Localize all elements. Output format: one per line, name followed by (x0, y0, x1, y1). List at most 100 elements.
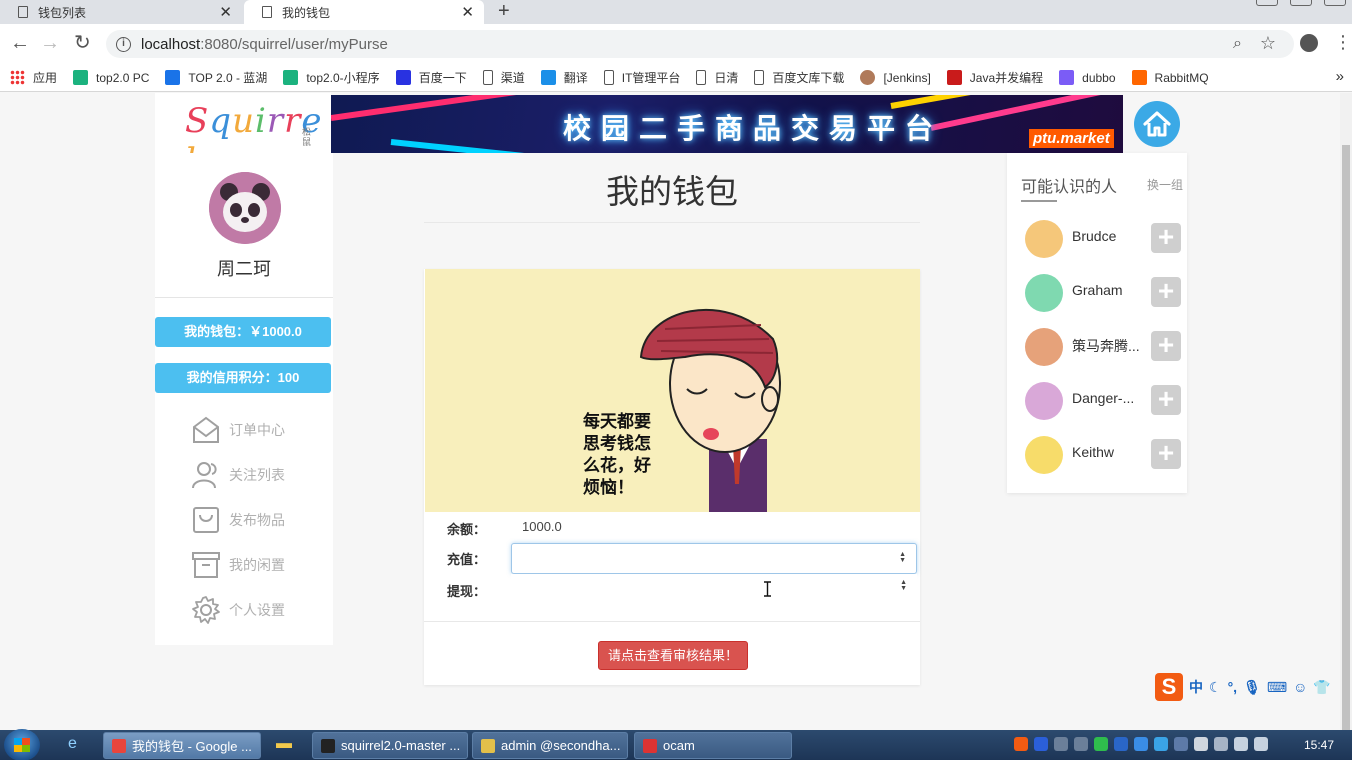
ime-mode[interactable]: 中 (1189, 677, 1203, 697)
app-tray-icon[interactable] (1154, 737, 1168, 751)
bookmark-item[interactable]: dubbo (1059, 70, 1116, 85)
printer-tray-icon[interactable] (1214, 737, 1228, 751)
punctuation-icon[interactable]: °, (1228, 679, 1238, 695)
tab-wallet-list[interactable]: 钱包列表 ✕ (0, 0, 242, 24)
person-name[interactable]: Brudce (1072, 228, 1146, 244)
bookmark-item[interactable]: 应用 (10, 69, 57, 86)
number-spinner-icon[interactable]: ▲ ▼ (900, 579, 907, 592)
moon-icon[interactable]: ☾ (1209, 679, 1222, 696)
owl-avatar-icon[interactable] (1025, 220, 1063, 258)
bookmark-item[interactable]: RabbitMQ (1131, 70, 1209, 85)
koala-avatar-icon[interactable] (1025, 382, 1063, 420)
logo-letter: i (254, 101, 267, 141)
person-name[interactable]: Graham (1072, 282, 1146, 298)
site-info-icon[interactable]: i (116, 36, 131, 52)
scrollbar-thumb[interactable] (1342, 145, 1350, 730)
show-hidden-icon[interactable] (1074, 737, 1088, 751)
zoom-icon[interactable]: ⌕ (1233, 35, 1242, 53)
mic-icon[interactable]: 🎙 (1243, 679, 1261, 696)
add-friend-button[interactable]: + (1151, 439, 1181, 469)
forward-arrow-icon[interactable]: → (40, 33, 60, 53)
recharge-input[interactable]: ▲ ▼ (511, 543, 917, 574)
back-arrow-icon[interactable]: ← (10, 33, 30, 53)
network-tray-icon[interactable] (1054, 737, 1068, 751)
sidebar-item-label: 关注列表 (229, 467, 285, 483)
recharge-row: 充值： ▲ ▼ (424, 542, 920, 574)
user-icon[interactable]: ☺ (1293, 679, 1307, 695)
start-button[interactable] (4, 729, 40, 760)
signal-tray-icon[interactable] (1234, 737, 1248, 751)
bookmark-item[interactable]: 日清 (696, 69, 738, 86)
sidebar-item-orders[interactable]: 订单中心 (191, 415, 285, 445)
bookmark-item[interactable]: 百度一下 (395, 69, 467, 86)
bookmark-item[interactable]: [Jenkins] (860, 70, 931, 85)
bookmark-item[interactable]: TOP 2.0 - 蓝湖 (165, 69, 267, 86)
taskbar-task[interactable]: squirrel2.0-master ... (312, 732, 468, 759)
page-scrollbar[interactable] (1340, 93, 1352, 730)
keyboard-icon[interactable]: ⌨ (1267, 679, 1287, 696)
person-item: Danger-... + (1025, 380, 1185, 420)
number-spinner-icon[interactable]: ▲ ▼ (899, 551, 906, 564)
minimize-button[interactable] (1256, 0, 1278, 6)
bookmark-item[interactable]: 翻译 (540, 69, 588, 86)
shirt-icon[interactable]: 👕 (1313, 679, 1330, 696)
add-friend-button[interactable]: + (1151, 385, 1181, 415)
tab-my-purse[interactable]: 我的钱包 ✕ (244, 0, 484, 24)
close-tab-icon[interactable]: ✕ (461, 3, 474, 21)
add-friend-button[interactable]: + (1151, 223, 1181, 253)
bookmark-item[interactable]: 百度文库下载 (754, 69, 844, 86)
bookmark-item[interactable]: top2.0 PC (73, 70, 149, 85)
view-audit-result-button[interactable]: 请点击查看审核结果！ (598, 641, 748, 670)
pug-avatar-icon[interactable] (1025, 274, 1063, 312)
ie-icon[interactable]: e (68, 735, 88, 755)
wechat-tray-icon[interactable] (1094, 737, 1108, 751)
site-logo[interactable]: Squirrel 松鼠 (155, 93, 331, 181)
credit-button[interactable]: 我的信用积分：100 (155, 363, 331, 393)
bookmark-item[interactable]: top2.0-小程序 (283, 69, 380, 86)
close-tab-icon[interactable]: ✕ (219, 3, 232, 21)
bluetooth-tray-icon[interactable] (1114, 737, 1128, 751)
sidebar-item-settings[interactable]: 个人设置 (191, 595, 285, 625)
bookmarks-bar: 应用 top2.0 PC TOP 2.0 - 蓝湖 top2.0-小程序 百度一下 渠道 翻… (0, 64, 1352, 92)
person-name[interactable]: Keithw (1072, 444, 1146, 460)
sidebar-item-follow[interactable]: 关注列表 (191, 460, 285, 490)
device-tray-icon[interactable] (1194, 737, 1208, 751)
menu-kebab-icon[interactable]: ⋮ (1334, 32, 1352, 52)
address-bar[interactable]: i localhost:8080/squirrel/user/myPurse ⌕… (106, 30, 1294, 58)
bookmark-item[interactable]: Java并发编程 (946, 69, 1043, 86)
cat-avatar-icon[interactable] (1025, 436, 1063, 474)
bookmark-star-icon[interactable]: ☆ (1260, 33, 1276, 54)
reload-icon[interactable]: ↻ (74, 33, 91, 53)
sogou-logo-icon[interactable]: S (1155, 673, 1183, 701)
sogou-tray-icon[interactable] (1014, 737, 1028, 751)
sidebar-item-idle[interactable]: 我的闲置 (191, 550, 285, 580)
volume-tray-icon[interactable] (1254, 737, 1268, 751)
person-item: Graham + (1025, 272, 1185, 312)
lion-avatar-icon[interactable] (1025, 328, 1063, 366)
switch-group-link[interactable]: 换一组 (1147, 176, 1183, 193)
profile-icon[interactable] (1300, 34, 1318, 52)
app-tray-icon[interactable] (1174, 737, 1188, 751)
sidebar-item-publish[interactable]: 发布物品 (191, 505, 285, 535)
add-friend-button[interactable]: + (1151, 331, 1181, 361)
maximize-button[interactable] (1290, 0, 1312, 6)
add-friend-button[interactable]: + (1151, 277, 1181, 307)
home-button[interactable] (1134, 101, 1180, 147)
withdraw-input[interactable]: ▲ ▼ (511, 574, 917, 604)
person-name[interactable]: 策马奔腾... (1072, 336, 1146, 356)
explorer-folder-icon[interactable]: ▬ (276, 735, 296, 755)
bookmarks-overflow-icon[interactable]: » (1336, 68, 1344, 85)
taskbar-task[interactable]: 我的钱包 - Google ... (103, 732, 261, 759)
taskbar-clock[interactable]: 15:47 (1304, 738, 1334, 752)
help-tray-icon[interactable] (1034, 737, 1048, 751)
taskbar-task[interactable]: ocam (634, 732, 792, 759)
close-window-button[interactable] (1324, 0, 1346, 6)
security-tray-icon[interactable] (1134, 737, 1148, 751)
taskbar-task[interactable]: admin @secondha... (472, 732, 628, 759)
user-avatar[interactable] (209, 172, 281, 244)
bookmark-item[interactable]: IT管理平台 (603, 69, 680, 86)
bookmark-item[interactable]: 渠道 (482, 69, 525, 86)
wallet-button[interactable]: 我的钱包：￥1000.0 (155, 317, 331, 347)
new-tab-button[interactable]: + (498, 0, 510, 22)
person-name[interactable]: Danger-... (1072, 390, 1146, 406)
